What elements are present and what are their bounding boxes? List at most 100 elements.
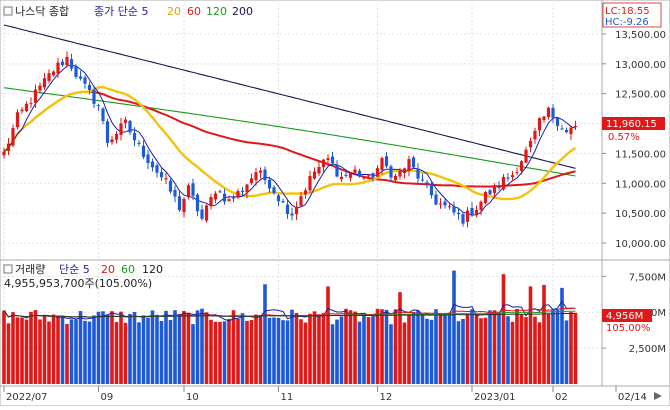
price-legend-prefix: 종가 단순 5 (94, 5, 148, 18)
volume-current-label: 4,956M (606, 311, 643, 322)
candle-body (254, 172, 258, 181)
volume-bar (83, 320, 87, 384)
candle-body (443, 201, 447, 206)
candle-body (560, 128, 564, 130)
candle-body (420, 179, 425, 181)
volume-bar (357, 321, 362, 384)
volume-bar (551, 310, 555, 384)
candle-body (501, 177, 506, 190)
candle-body (105, 121, 110, 143)
volume-bar (155, 314, 159, 384)
volume-bar (573, 312, 578, 384)
candle-body (366, 175, 371, 177)
volume-bar (191, 324, 195, 384)
candle-body (38, 85, 42, 91)
candle-body (110, 139, 114, 143)
legend-swatch-square (3, 6, 13, 16)
volume-bar (474, 314, 479, 384)
candle-body (294, 206, 299, 215)
volume-bar (398, 292, 402, 384)
volume-bar (389, 324, 393, 384)
candle-body (164, 178, 168, 180)
volume-bar (524, 317, 528, 384)
volume-bar (74, 319, 78, 384)
candle-body (87, 84, 92, 90)
candle-body (182, 198, 186, 213)
volume-bar (303, 322, 308, 384)
candle-body (434, 194, 438, 205)
volume-bar (56, 316, 60, 384)
candle-body (483, 191, 488, 203)
candle-body (303, 190, 308, 195)
candle-body (114, 133, 119, 140)
volume-bar (114, 322, 119, 384)
volume-bar (438, 314, 443, 384)
volume-bar (434, 309, 438, 384)
volume-bar (483, 317, 488, 384)
volume-bar (150, 310, 155, 384)
time-tick-label: 10 (186, 392, 199, 403)
volume-bar (281, 320, 285, 384)
candle-body (375, 168, 380, 177)
volume-bar (42, 314, 47, 384)
candle-body (506, 177, 510, 179)
volume-bar (542, 284, 546, 384)
candle-body (33, 89, 38, 104)
candle-body (231, 197, 236, 199)
candle-body (348, 173, 353, 178)
volume-bar (164, 310, 168, 384)
candle-body (402, 168, 407, 174)
volume-bar (569, 312, 573, 384)
candle-body (276, 195, 281, 202)
candle-body (200, 209, 204, 219)
candle-body (65, 56, 69, 66)
candle-body (299, 196, 303, 206)
volume-bar (267, 317, 272, 384)
candle-body (168, 180, 173, 192)
candle-body (321, 159, 326, 168)
volume-bar (204, 312, 209, 384)
volume-bar (501, 274, 506, 384)
candle-body (398, 170, 402, 177)
candle-body (6, 143, 11, 151)
volume-legend-ma20: 20 (101, 263, 115, 276)
candle-body (461, 214, 465, 224)
time-tick-label: 2023/01 (474, 392, 516, 403)
candle-body (317, 166, 321, 174)
volume-bar (65, 324, 69, 384)
volume-bar (420, 314, 425, 384)
candle-body (2, 151, 6, 156)
volume-bar (461, 318, 465, 384)
volume-bar (105, 314, 110, 384)
candle-body (290, 213, 294, 216)
candle-body (56, 62, 60, 74)
candle-body (542, 116, 546, 121)
candle-body (78, 76, 83, 79)
volume-bar (159, 320, 164, 384)
candle-body (569, 127, 573, 135)
legend-ma200: 200 (232, 5, 253, 18)
volume-bar (227, 318, 231, 384)
volume-bar (101, 311, 105, 384)
chart-window: 10,000.0010,500.0011,000.0011,500.0012,0… (0, 0, 670, 407)
candle-body (330, 156, 335, 164)
candle-body (146, 154, 150, 164)
volume-bar (200, 308, 204, 384)
volume-bar (366, 317, 371, 384)
volume-bar (249, 320, 254, 384)
candle-body (537, 118, 542, 131)
candle-body (267, 179, 272, 189)
volume-bar (11, 312, 15, 384)
volume-bar (335, 319, 339, 384)
volume-bar (348, 310, 353, 384)
volume-legend-ma120: 120 (142, 263, 163, 276)
volume-bar (209, 319, 213, 384)
candle-body (339, 176, 344, 180)
candle-body (488, 190, 492, 195)
candle-body (546, 107, 551, 118)
volume-bar (141, 315, 146, 384)
volume-bar (533, 316, 537, 384)
volume-bar (33, 310, 38, 384)
volume-bar (429, 319, 434, 384)
volume-bar (87, 321, 92, 384)
